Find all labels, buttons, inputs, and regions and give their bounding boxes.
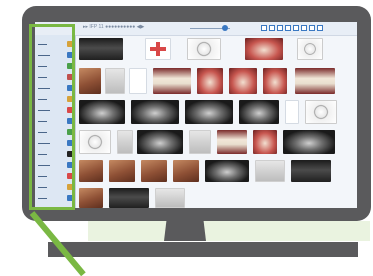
- grid-icon[interactable]: [261, 25, 267, 31]
- xray-thumbnail[interactable]: [291, 160, 331, 182]
- toolbar: ▸▸ IFP 11 ●●●●●●●●●● ◀▶: [35, 22, 357, 36]
- grid-icon[interactable]: [277, 25, 283, 31]
- panoramic-xray-thumbnail[interactable]: [283, 130, 335, 154]
- image-grid: [79, 38, 355, 208]
- teeth-photo-thumbnail[interactable]: [153, 68, 191, 94]
- panoramic-xray-thumbnail[interactable]: [205, 160, 249, 182]
- zoom-slider-knob[interactable]: [222, 25, 228, 31]
- periapical-xray-thumbnail[interactable]: [189, 130, 211, 154]
- panoramic-xray-thumbnail[interactable]: [137, 130, 183, 154]
- panoramic-xray-thumbnail[interactable]: [185, 100, 233, 124]
- cephalometric-thumbnail[interactable]: [187, 38, 221, 60]
- blank-thumbnail[interactable]: [285, 100, 299, 124]
- background-panel: [88, 221, 370, 241]
- intraoral-layout-thumbnail[interactable]: [145, 38, 171, 60]
- grid-icon[interactable]: [293, 25, 299, 31]
- face-photo-thumbnail[interactable]: [173, 160, 199, 182]
- monitor-stand-base: [48, 242, 358, 257]
- cephalometric-thumbnail[interactable]: [305, 100, 337, 124]
- teeth-photo-thumbnail[interactable]: [217, 130, 247, 154]
- intraoral-photo-thumbnail[interactable]: [253, 130, 277, 154]
- periapical-xray-thumbnail[interactable]: [255, 160, 285, 182]
- scan-thumbnail[interactable]: [105, 68, 125, 94]
- face-photo-thumbnail[interactable]: [141, 160, 167, 182]
- face-photo-thumbnail[interactable]: [79, 68, 101, 94]
- grid-icon[interactable]: [301, 25, 307, 31]
- panoramic-xray-thumbnail[interactable]: [131, 100, 179, 124]
- teeth-photo-thumbnail[interactable]: [295, 68, 335, 94]
- scan-thumbnail[interactable]: [155, 188, 185, 208]
- xray-thumbnail[interactable]: [109, 188, 149, 208]
- cephalometric-thumbnail[interactable]: [79, 130, 111, 154]
- grid-icon[interactable]: [317, 25, 323, 31]
- grid-icon[interactable]: [269, 25, 275, 31]
- panoramic-xray-thumbnail[interactable]: [239, 100, 279, 124]
- grid-icon[interactable]: [285, 25, 291, 31]
- software-screen: ▸▸ IFP 11 ●●●●●●●●●● ◀▶ ▬▬▬ ▬▬▬▬ ▬▬▬ ▬▬▬…: [35, 22, 357, 208]
- face-photo-thumbnail[interactable]: [109, 160, 135, 182]
- blank-thumbnail[interactable]: [129, 68, 147, 94]
- cephalometric-thumbnail[interactable]: [297, 38, 323, 60]
- grid-icon[interactable]: [309, 25, 315, 31]
- intraoral-photo-thumbnail[interactable]: [229, 68, 257, 94]
- intraoral-photo-thumbnail[interactable]: [197, 68, 223, 94]
- panoramic-xray-thumbnail[interactable]: [79, 100, 125, 124]
- intraoral-photo-thumbnail[interactable]: [245, 38, 283, 60]
- face-photo-thumbnail[interactable]: [79, 160, 103, 182]
- toolbar-title: ▸▸ IFP 11 ●●●●●●●●●● ◀▶: [83, 24, 145, 30]
- periapical-xray-thumbnail[interactable]: [117, 130, 133, 154]
- xray-thumbnail[interactable]: [79, 38, 123, 60]
- sidebar-highlight-frame: [29, 24, 75, 210]
- monitor-stand-neck: [164, 220, 206, 241]
- face-photo-thumbnail[interactable]: [79, 188, 103, 208]
- intraoral-photo-thumbnail[interactable]: [263, 68, 287, 94]
